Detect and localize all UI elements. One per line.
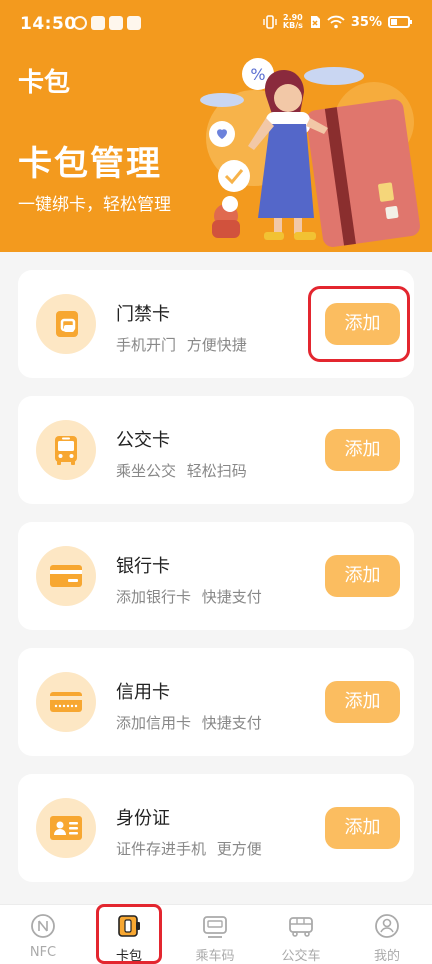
tab-label: 我的 (373, 949, 400, 964)
nfc-icon (31, 914, 55, 938)
bus-tab-icon (289, 917, 313, 937)
battery-level (391, 19, 397, 25)
list-item-id-card[interactable]: 身份证 证件存进手机 更方便 添加 (18, 774, 414, 882)
list-item-access-card[interactable]: 门禁卡 手机开门 方便快捷 添加 (18, 270, 414, 378)
status-right: 2.90 KB/s 35% (263, 13, 412, 30)
profile-icon (375, 914, 399, 938)
list-item-bank-card[interactable]: 银行卡 添加银行卡 快捷支付 添加 (18, 522, 414, 630)
tab-nfc[interactable]: NFC (0, 905, 86, 964)
card-title: 身份证 (116, 808, 170, 829)
svg-text:%: % (250, 65, 265, 84)
tab-label: 公交车 (281, 949, 321, 964)
ride-code-icon (203, 916, 227, 938)
network-speed: 2.90 KB/s (282, 13, 303, 30)
tab-profile[interactable]: 我的 (344, 905, 430, 964)
app-notification-icon (73, 16, 87, 30)
door-card-icon (36, 294, 96, 354)
add-bus-card-button[interactable]: 添加 (325, 429, 400, 471)
battery-percent: 35% (350, 14, 382, 30)
bus-icon (36, 420, 96, 480)
add-credit-card-button[interactable]: 添加 (325, 681, 400, 723)
bank-card-icon (36, 546, 96, 606)
card-description: 添加银行卡 快捷支付 (116, 588, 262, 606)
add-id-card-button[interactable]: 添加 (325, 807, 400, 849)
status-time: 14:50 (20, 14, 77, 34)
vibrate-icon (263, 15, 277, 29)
card-description: 乘坐公交 轻松扫码 (116, 462, 247, 480)
card-description: 添加信用卡 快捷支付 (116, 714, 262, 732)
app-notification-icon (127, 16, 141, 30)
wallet-icon (118, 915, 140, 937)
page-title: 卡包 (18, 68, 71, 98)
wifi-icon (327, 15, 345, 29)
status-bar: 14:50 2.90 KB/s 35% (0, 0, 432, 50)
card-title: 门禁卡 (116, 304, 170, 325)
tab-wallet[interactable]: 卡包 (86, 905, 172, 964)
card-description: 手机开门 方便快捷 (116, 336, 247, 354)
tab-label: 乘车码 (195, 949, 235, 964)
card-title: 银行卡 (116, 556, 170, 577)
tab-bus[interactable]: 公交车 (258, 905, 344, 964)
banner-heading: 卡包管理 (18, 144, 162, 184)
credit-card-icon (36, 672, 96, 732)
card-description: 证件存进手机 更方便 (116, 840, 262, 858)
card-title: 信用卡 (116, 682, 170, 703)
add-access-card-button[interactable]: 添加 (325, 303, 400, 345)
id-card-icon (36, 798, 96, 858)
banner-subtitle: 一键绑卡，轻松管理 (18, 195, 171, 215)
tab-label: 卡包 (115, 949, 142, 964)
battery-icon (388, 16, 412, 28)
app-notification-icon (91, 16, 105, 30)
bottom-tab-bar: NFC 卡包 乘车码 公交车 我的 (0, 904, 432, 964)
tab-label: NFC (29, 945, 57, 960)
list-item-credit-card[interactable]: 信用卡 添加信用卡 快捷支付 添加 (18, 648, 414, 756)
card-title: 公交卡 (116, 430, 170, 451)
list-item-bus-card[interactable]: 公交卡 乘坐公交 轻松扫码 添加 (18, 396, 414, 504)
header-banner: 14:50 2.90 KB/s 35% 卡包 卡包管理 一键绑卡，轻松管理 % (0, 0, 432, 252)
add-bank-card-button[interactable]: 添加 (325, 555, 400, 597)
banner-illustration: % (200, 58, 420, 247)
no-sim-icon (310, 16, 320, 28)
notification-icons (73, 16, 141, 30)
tab-ride-code[interactable]: 乘车码 (172, 905, 258, 964)
app-notification-icon (109, 16, 123, 30)
